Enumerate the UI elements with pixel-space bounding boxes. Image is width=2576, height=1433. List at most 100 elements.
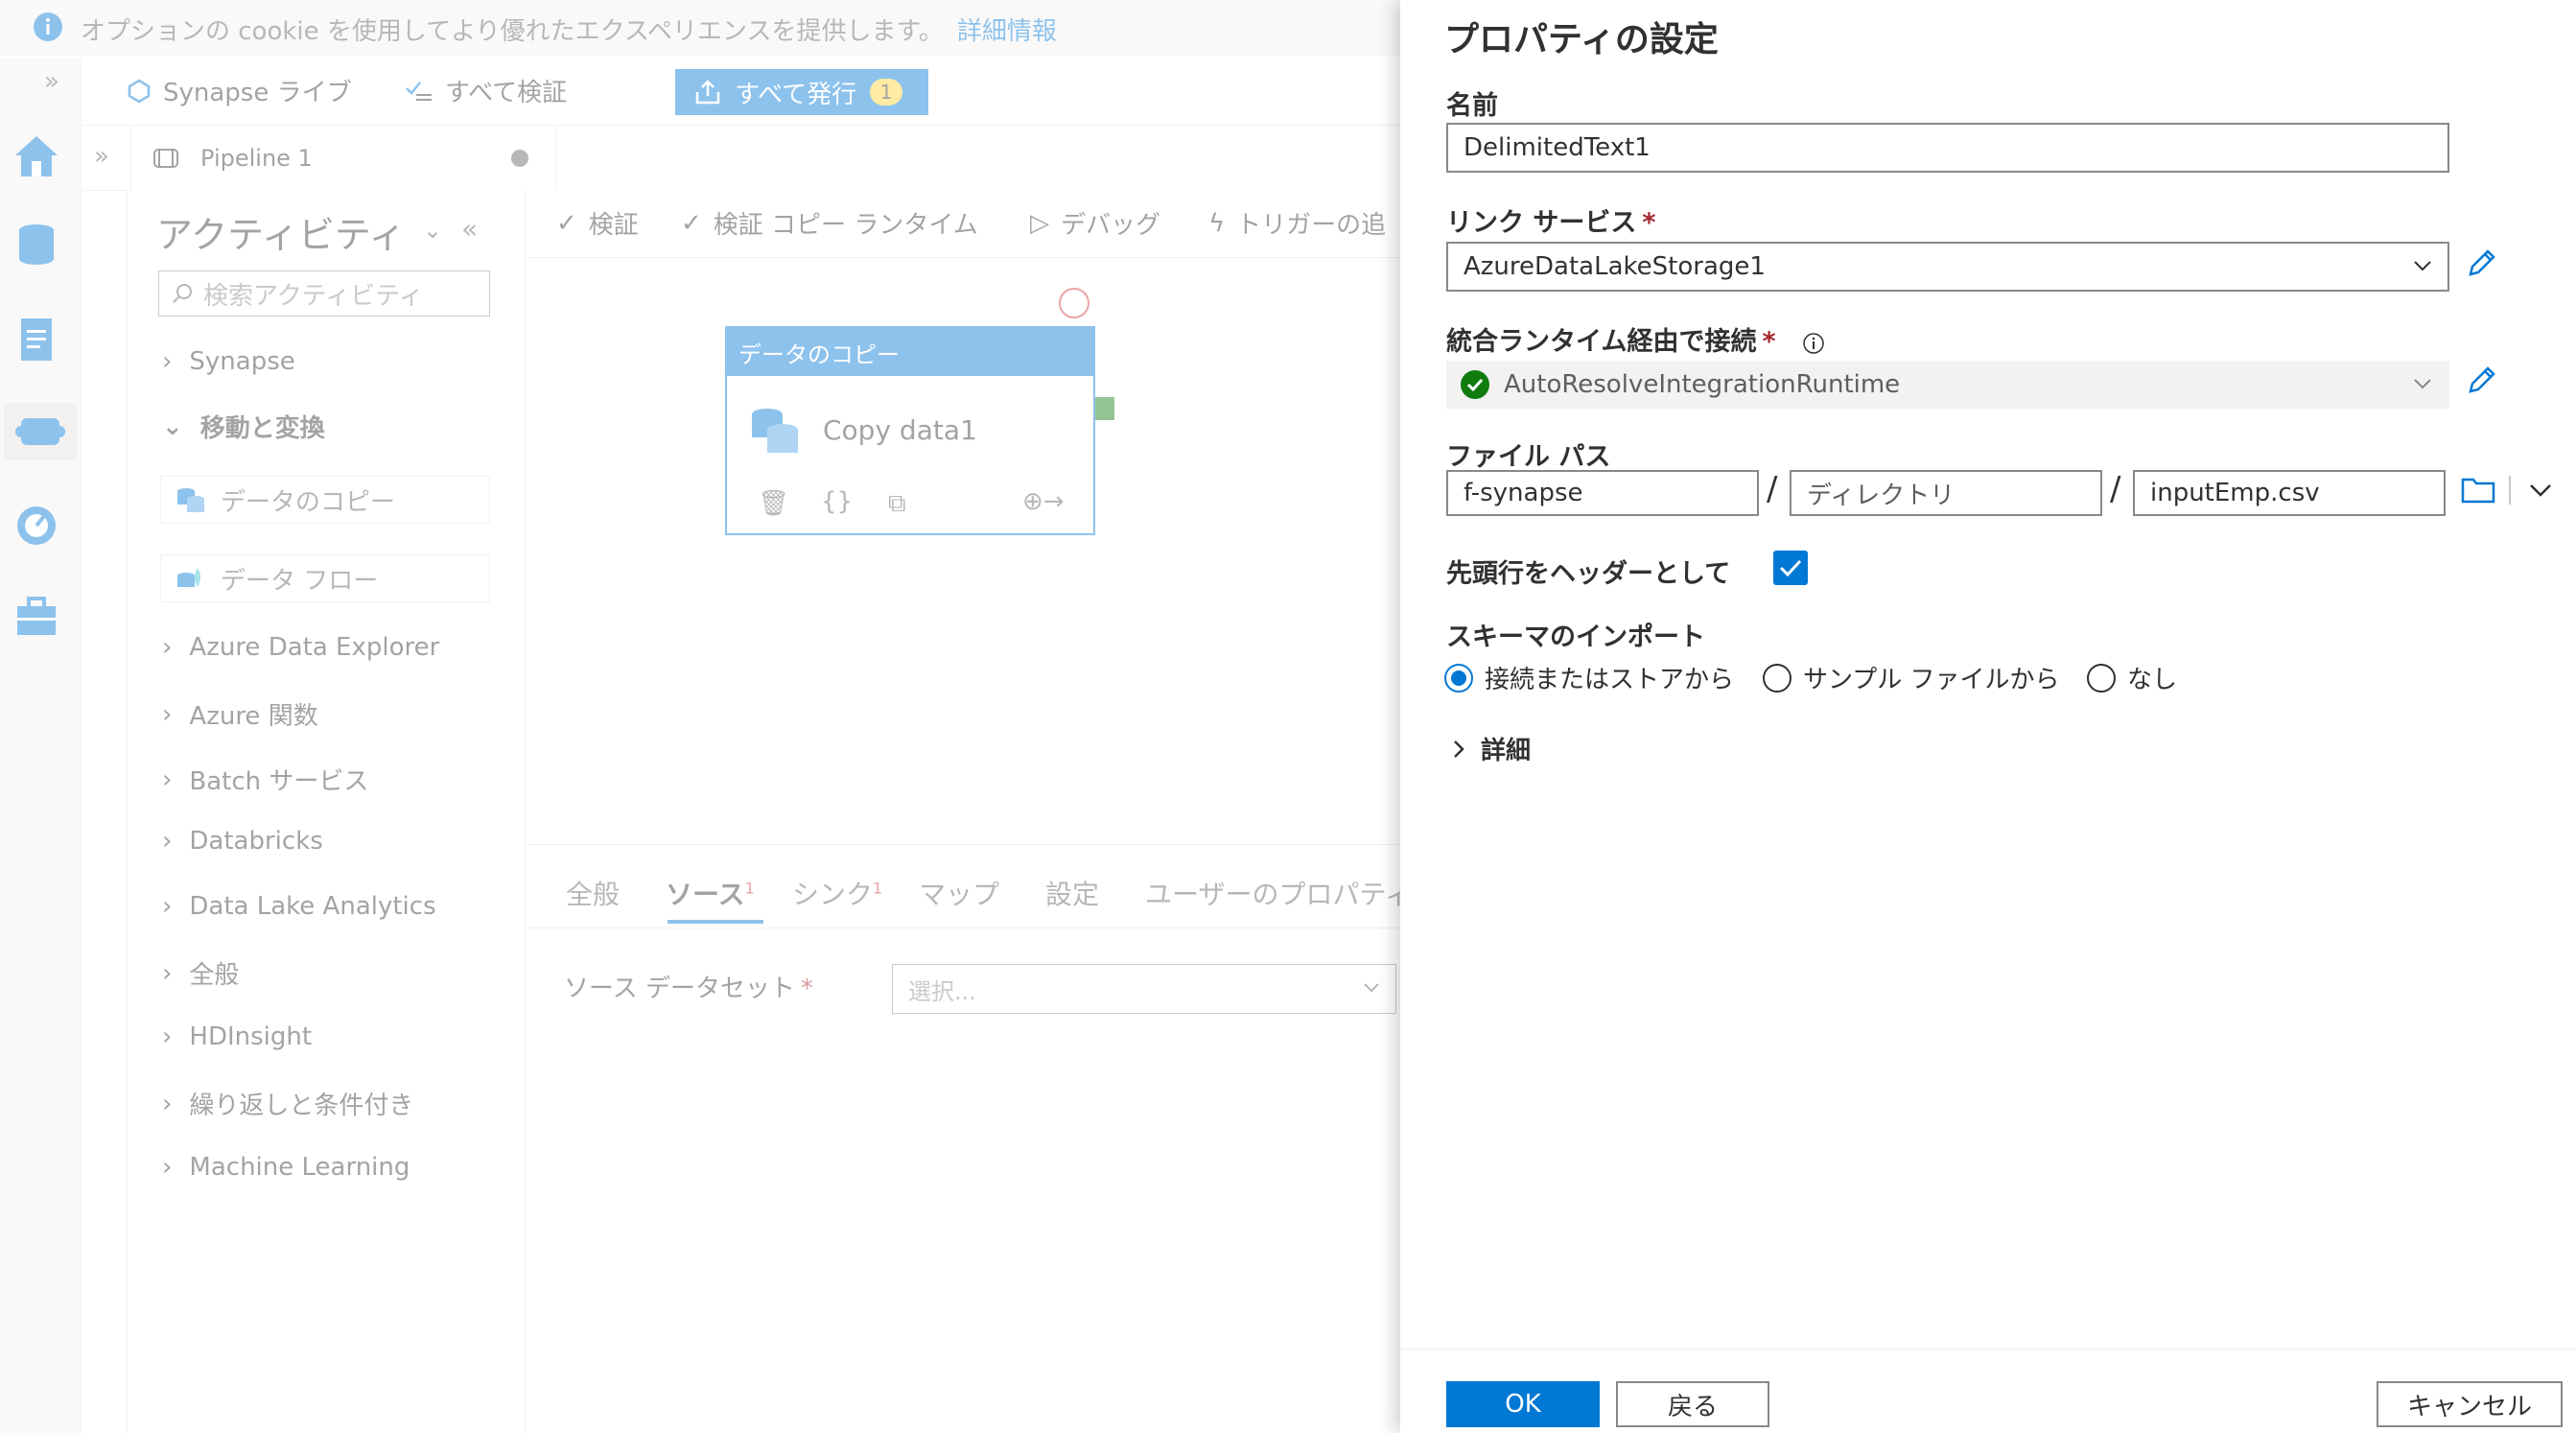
back-button[interactable]: 戻る xyxy=(1616,1381,1769,1427)
category-azure-data-explorer[interactable]: › Azure Data Explorer xyxy=(162,633,439,662)
cookie-learn-more-link[interactable]: 詳細情報 xyxy=(957,17,1057,46)
tab-user-properties[interactable]: ユーザーのプロパティ xyxy=(1145,874,1412,912)
debug-button[interactable]: ▷ デバッグ xyxy=(1030,205,1160,241)
category-iteration-conditionals[interactable]: › 繰り返しと条件付き xyxy=(162,1086,413,1121)
editor-tabstrip: » Pipeline 1 xyxy=(82,127,1400,191)
edit-linked-service-icon[interactable] xyxy=(2465,246,2499,280)
search-icon xyxy=(171,282,194,305)
tab-source-badge: 1 xyxy=(744,879,755,898)
file-path-container-value: f-synapse xyxy=(1464,479,1583,507)
activity-label: データ フロー xyxy=(221,566,379,596)
file-path-container-input[interactable]: f-synapse xyxy=(1446,470,1759,516)
integration-runtime-select[interactable]: AutoResolveIntegrationRuntime xyxy=(1446,361,2449,409)
category-label: HDInsight xyxy=(189,1022,313,1051)
browse-folder-icon[interactable] xyxy=(2461,476,2495,505)
activities-title: アクティビティ xyxy=(156,214,406,256)
add-trigger-button[interactable]: ϟ トリガーの追 xyxy=(1208,205,1386,241)
check-icon: ✓ xyxy=(681,208,702,238)
collapse-panel-icon[interactable]: » xyxy=(94,142,109,171)
file-path-file-value: inputEmp.csv xyxy=(2150,479,2320,507)
category-azure-functions[interactable]: › Azure 関数 xyxy=(162,696,318,732)
category-machine-learning[interactable]: › Machine Learning xyxy=(162,1153,410,1182)
collapse-all-icon[interactable]: ⌄ xyxy=(423,217,442,244)
home-icon[interactable] xyxy=(8,127,65,184)
add-trigger-label: トリガーの追 xyxy=(1236,211,1387,240)
validate-copy-runtime-label: 検証 コピー ランタイム xyxy=(713,211,978,240)
unsaved-dot-icon[interactable] xyxy=(511,150,528,167)
publish-all-button[interactable]: すべて発行 1 xyxy=(675,69,928,115)
category-batch[interactable]: › Batch サービス xyxy=(162,762,368,797)
manage-icon[interactable] xyxy=(8,589,65,646)
schema-option-sample-file[interactable]: サンプル ファイルから xyxy=(1763,660,2060,695)
category-move-transform[interactable]: ⌄ 移動と変換 xyxy=(162,409,325,444)
schema-option-connection-store[interactable]: 接続またはストアから xyxy=(1444,660,1734,695)
play-icon: ▷ xyxy=(1030,208,1049,238)
develop-icon[interactable] xyxy=(8,311,65,368)
linked-service-label-text: リンク サービス xyxy=(1446,208,1637,238)
monitor-icon[interactable] xyxy=(8,497,65,554)
edit-integration-runtime-icon[interactable] xyxy=(2465,363,2499,397)
activity-copy-data[interactable]: データのコピー xyxy=(160,476,490,524)
success-output-handle[interactable] xyxy=(1095,397,1114,420)
copy-data-icon xyxy=(748,403,802,460)
left-nav-rail: » xyxy=(0,58,82,1433)
activity-search-input[interactable]: 検索アクティビティ xyxy=(158,270,490,317)
file-path-directory-placeholder: ディレクトリ xyxy=(1807,481,1955,510)
category-label: 全般 xyxy=(189,961,240,990)
chevron-right-icon: › xyxy=(162,764,173,794)
expand-rail-icon[interactable]: » xyxy=(44,67,59,96)
category-hdinsight[interactable]: › HDInsight xyxy=(162,1022,312,1051)
tab-sink[interactable]: シンク1 xyxy=(792,874,882,912)
info-icon[interactable] xyxy=(1802,332,1825,355)
validate-copy-runtime-button[interactable]: ✓ 検証 コピー ランタイム xyxy=(681,205,978,241)
linked-service-select[interactable]: AzureDataLakeStorage1 xyxy=(1446,242,2449,292)
name-input[interactable]: DelimitedText1 xyxy=(1446,123,2449,173)
chevron-right-icon: › xyxy=(162,1153,173,1182)
check-icon: ✓ xyxy=(556,208,577,238)
category-databricks[interactable]: › Databricks xyxy=(162,827,323,856)
delete-icon[interactable]: 🗑 xyxy=(758,489,789,518)
source-dataset-select[interactable]: 選択... xyxy=(892,964,1396,1014)
schema-option-none[interactable]: なし xyxy=(2087,660,2177,695)
category-general[interactable]: › 全般 xyxy=(162,955,239,991)
category-data-lake-analytics[interactable]: › Data Lake Analytics xyxy=(162,892,436,921)
validate-all-label: すべて検証 xyxy=(445,79,568,107)
first-row-header-checkbox[interactable] xyxy=(1773,551,1808,585)
code-icon[interactable]: {} xyxy=(821,487,853,516)
tab-general[interactable]: 全般 xyxy=(566,874,620,912)
tab-settings[interactable]: 設定 xyxy=(1045,874,1099,912)
category-synapse[interactable]: › Synapse xyxy=(162,347,295,376)
cancel-button[interactable]: キャンセル xyxy=(2377,1381,2563,1427)
activity-data-flow[interactable]: データ フロー xyxy=(160,554,490,602)
validate-button[interactable]: ✓ 検証 xyxy=(556,205,639,241)
chevron-down-icon: ⌄ xyxy=(162,411,183,441)
checkmark-icon xyxy=(1778,557,1803,578)
name-input-value: DelimitedText1 xyxy=(1464,133,1651,162)
copy-data-activity-node[interactable]: データのコピー Copy data1 🗑 {} ⧉ ⊕→ xyxy=(725,326,1095,535)
hide-panel-icon[interactable]: « xyxy=(461,213,478,245)
tab-pipeline-1[interactable]: Pipeline 1 xyxy=(130,127,556,190)
chevron-right-icon: › xyxy=(162,1022,173,1051)
success-check-icon xyxy=(1460,369,1490,400)
category-label: Batch サービス xyxy=(189,767,369,796)
integration-runtime-label-text: 統合ランタイム経由で接続 xyxy=(1446,327,1757,357)
file-path-directory-input[interactable]: ディレクトリ xyxy=(1790,470,2102,516)
tab-source[interactable]: ソース1 xyxy=(666,874,755,912)
validate-all-button[interactable]: すべて検証 xyxy=(405,73,567,108)
clone-icon[interactable]: ⧉ xyxy=(888,489,906,519)
ok-button[interactable]: OK xyxy=(1446,1381,1600,1427)
add-output-icon[interactable]: ⊕→ xyxy=(1022,487,1065,516)
name-label: 名前 xyxy=(1446,91,1498,121)
integrate-icon[interactable] xyxy=(4,403,77,460)
validate-label: 検証 xyxy=(588,211,639,240)
synapse-live-button[interactable]: Synapse ライブ xyxy=(127,73,352,108)
chevron-right-icon: › xyxy=(162,892,173,921)
data-icon[interactable] xyxy=(8,217,65,274)
file-path-file-input[interactable]: inputEmp.csv xyxy=(2133,470,2446,516)
top-toolbar: Synapse ライブ すべて検証 すべて発行 1 xyxy=(82,59,1400,126)
tab-mapping[interactable]: マップ xyxy=(919,874,999,912)
pipeline-tab-label: Pipeline 1 xyxy=(200,145,313,172)
chevron-down-icon[interactable] xyxy=(2528,482,2553,499)
advanced-expander[interactable]: 詳細 xyxy=(1452,731,1531,766)
import-schema-label: スキーマのインポート xyxy=(1446,623,1705,652)
